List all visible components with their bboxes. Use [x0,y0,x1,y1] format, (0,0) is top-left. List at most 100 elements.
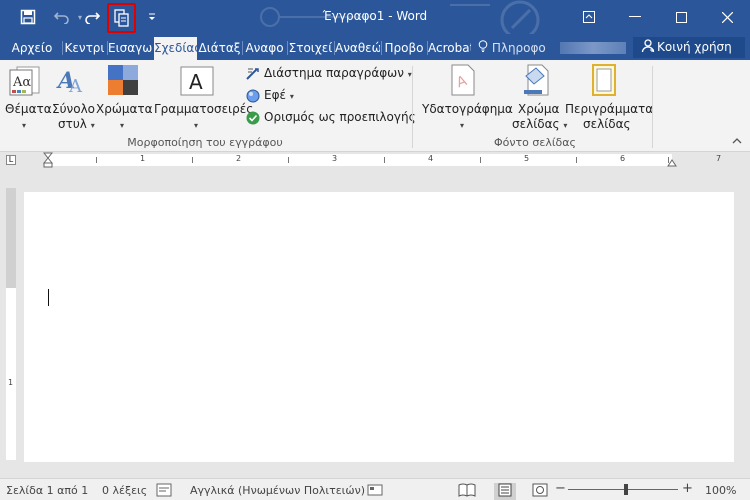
ruler-number: 7 [716,154,722,163]
paragraph-spacing-button[interactable]: Διάστημα παραγράφων ▾ [246,66,412,84]
style-set-dropdown-icon: ▾ [90,121,95,130]
page-color-icon[interactable] [522,64,552,98]
first-line-indent-marker[interactable] [42,152,54,171]
fonts-dropdown-icon[interactable]: ▾ [194,118,198,133]
page-borders-label-2[interactable]: σελίδας [583,117,631,132]
themes-dropdown-icon[interactable]: ▾ [22,118,26,133]
vertical-ruler-margin [6,188,16,288]
word-count[interactable]: 0 λέξεις [102,484,147,497]
tab-references[interactable]: Αναφο [243,37,286,60]
page-count[interactable]: Σελίδα 1 από 1 [6,484,88,497]
checkmark-icon [246,111,260,128]
tab-mailings[interactable]: Στοιχεί [288,37,333,60]
fonts-label[interactable]: Γραμματοσειρές [154,102,253,117]
fonts-icon[interactable]: A [180,66,214,96]
macro-record-icon[interactable] [367,483,383,500]
page-background-group-label: Φόντο σελίδας [494,136,576,149]
zoom-out-button[interactable]: − [555,481,566,496]
ribbon-design: Aα Θέματα ▾ AA Σύνολο στυλ ▾ Χρώματα ▾ A… [0,60,750,152]
paragraph-spacing-label: Διάστημα παραγράφων [264,66,404,80]
watermark-label[interactable]: Υδατογράφημα [422,102,513,117]
paragraph-spacing-icon [246,67,260,84]
vertical-ruler-number: 1 [8,378,14,387]
tell-me-search[interactable]: Πληροφο [478,40,546,55]
proofing-icon[interactable] [156,483,172,500]
group-separator [412,66,413,148]
tab-home[interactable]: Κεντρι [63,37,106,60]
close-icon[interactable] [704,0,750,34]
svg-text:A: A [189,70,203,94]
page-color-label-1[interactable]: Χρώμα [518,102,559,117]
right-indent-marker[interactable] [667,156,677,170]
vertical-scrollbar[interactable] [736,176,750,466]
themes-label[interactable]: Θέματα [5,102,52,117]
ruler-tick [192,157,193,163]
zoom-slider-thumb[interactable] [624,484,628,495]
style-set-label-2[interactable]: στυλ ▾ [58,117,95,133]
ribbon-display-options-icon[interactable] [566,0,612,34]
ruler-tick [480,157,481,163]
set-as-default-label: Ορισμός ως προεπιλογής [264,110,416,124]
effects-button[interactable]: Εφέ ▾ [246,88,294,106]
tab-layout[interactable]: Διάταξ [198,37,241,60]
style-set-label-2-text: στυλ [58,117,87,131]
effects-label: Εφέ [264,88,286,102]
effects-icon [246,89,260,106]
tab-insert[interactable]: Εισαγω [108,37,152,60]
page-color-label-2-text: σελίδας [512,117,560,131]
document-page[interactable] [24,192,734,462]
horizontal-ruler-area: L 1 2 3 4 5 6 7 [0,152,750,168]
svg-text:A: A [68,76,83,96]
horizontal-ruler[interactable]: 1 2 3 4 5 6 [48,154,672,166]
print-layout-icon[interactable] [494,483,516,500]
vertical-ruler[interactable]: 1 [6,188,16,460]
page-color-label-2[interactable]: σελίδας ▾ [512,117,567,133]
svg-text:Aα: Aα [12,75,31,90]
collapse-ribbon-icon[interactable] [732,136,742,147]
document-formatting-group-label: Μορφοποίηση του εγγράφου [127,136,283,149]
read-mode-icon[interactable] [458,483,476,500]
watermark-icon[interactable]: A [450,64,478,98]
status-bar: Σελίδα 1 από 1 0 λέξεις Αγγλικά (Ηνωμένω… [0,478,750,500]
colors-icon[interactable] [107,64,139,96]
ruler-number: 4 [428,154,434,163]
ruler-number: 6 [620,154,626,163]
maximize-icon[interactable] [658,0,704,34]
text-cursor [48,289,49,306]
ruler-tick [288,157,289,163]
colors-label[interactable]: Χρώματα [96,102,153,117]
share-label: Κοινή χρήση [657,40,732,54]
colors-dropdown-icon[interactable]: ▾ [120,118,124,133]
tab-view[interactable]: Προβο [382,37,426,60]
user-account-name[interactable] [560,42,626,54]
page-borders-icon[interactable] [592,64,618,98]
group-separator [652,66,653,148]
tab-review[interactable]: Αναθεώ [335,37,380,60]
zoom-level[interactable]: 100% [705,484,736,497]
ruler-tick [96,157,97,163]
zoom-in-button[interactable]: + [682,481,693,496]
title-bar: ▾ Έγγραφο1 - Word [0,0,750,34]
ruler-tick [576,157,577,163]
tab-stop-selector[interactable]: L [6,155,16,165]
effects-dropdown-icon: ▾ [289,92,294,101]
tab-acrobat[interactable]: Acrobat [428,37,471,60]
language-indicator[interactable]: Αγγλικά (Ηνωμένων Πολιτειών) [190,484,365,497]
person-icon [641,39,655,56]
tell-me-label: Πληροφο [491,41,546,55]
share-button[interactable]: Κοινή χρήση [633,37,745,58]
lightbulb-icon [478,40,492,55]
tab-design[interactable]: Σχεδίασ [154,37,197,60]
themes-icon[interactable]: Aα [8,66,44,96]
minimize-icon[interactable] [612,0,658,34]
style-set-icon[interactable]: AA [56,66,86,97]
style-set-label-1[interactable]: Σύνολο [52,102,95,117]
watermark-dropdown-icon[interactable]: ▾ [460,118,464,133]
web-layout-icon[interactable] [532,483,548,500]
ruler-number: 2 [236,154,242,163]
tab-file[interactable]: Αρχείο [4,37,60,60]
zoom-slider[interactable] [568,489,678,490]
page-borders-label-1[interactable]: Περιγράμματα [565,102,653,117]
set-as-default-button[interactable]: Ορισμός ως προεπιλογής [246,110,416,128]
ruler-number: 3 [332,154,338,163]
